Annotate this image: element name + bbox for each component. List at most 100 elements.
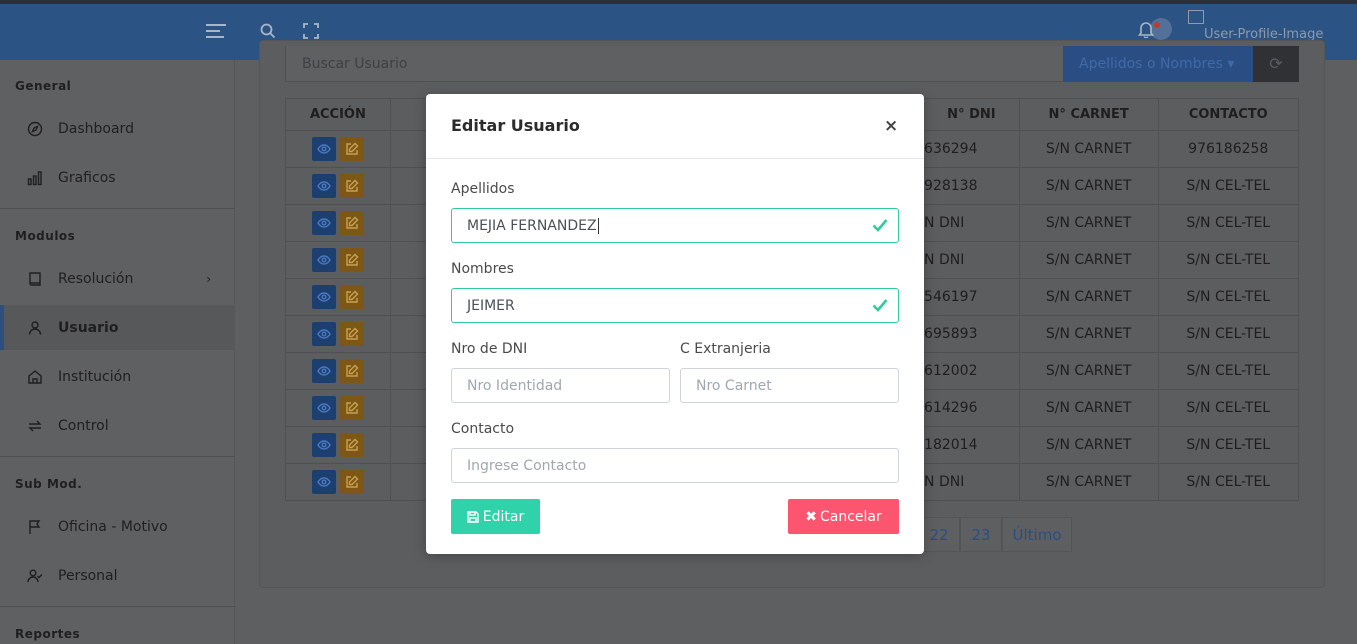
dni-cell: 695893 bbox=[923, 315, 1020, 353]
book-icon bbox=[26, 270, 44, 288]
menu-toggle-icon[interactable] bbox=[206, 24, 226, 40]
column-header-accion: ACCIÓN bbox=[285, 98, 391, 131]
search-user-input[interactable]: Buscar Usuario bbox=[285, 46, 1065, 82]
apellidos-label: Apellidos bbox=[451, 181, 515, 197]
last-page-link[interactable]: Último bbox=[1002, 517, 1072, 552]
sidebar-section-submod: Sub Mod. bbox=[15, 477, 83, 491]
edit-row-button[interactable] bbox=[339, 137, 364, 161]
carnet-cell: S/N CARNET bbox=[1018, 315, 1159, 353]
bar-chart-icon bbox=[26, 169, 44, 187]
dni-cell: 614296 bbox=[923, 389, 1020, 427]
user-check-icon bbox=[26, 567, 44, 585]
pagination: 22 23 Último bbox=[918, 517, 1072, 552]
repeat-icon bbox=[26, 417, 44, 435]
carnet-cell: S/N CARNET bbox=[1018, 204, 1159, 242]
carnet-cell: S/N CARNET bbox=[1018, 130, 1159, 168]
text-cursor bbox=[597, 217, 599, 234]
sidebar-item-usuario[interactable]: Usuario bbox=[0, 305, 235, 350]
edit-row-button[interactable] bbox=[339, 285, 364, 309]
dni-field[interactable]: Nro Identidad bbox=[451, 368, 670, 403]
contacto-cell: S/N CEL-TEL bbox=[1157, 204, 1300, 242]
contacto-cell: S/N CEL-TEL bbox=[1157, 278, 1300, 316]
edit-row-button[interactable] bbox=[339, 248, 364, 272]
carnet-cell: S/N CARNET bbox=[1018, 278, 1159, 316]
contacto-cell: S/N CEL-TEL bbox=[1157, 426, 1300, 464]
page-22-link[interactable]: 22 bbox=[918, 517, 960, 552]
action-cell bbox=[285, 426, 391, 464]
sidebar-section-general: General bbox=[15, 79, 72, 93]
broken-image-icon bbox=[1188, 10, 1204, 24]
contacto-cell: S/N CEL-TEL bbox=[1157, 463, 1300, 501]
contacto-cell: S/N CEL-TEL bbox=[1157, 315, 1300, 353]
compass-icon bbox=[26, 120, 44, 138]
cancel-button[interactable]: ✖ Cancelar bbox=[788, 499, 899, 534]
action-cell bbox=[285, 241, 391, 279]
checkmark-icon bbox=[872, 298, 888, 316]
apellidos-field[interactable]: MEJIA FERNANDEZ bbox=[451, 208, 899, 243]
action-cell bbox=[285, 315, 391, 353]
refresh-icon: ⟳ bbox=[1269, 54, 1283, 73]
extranjeria-field[interactable]: Nro Carnet bbox=[680, 368, 899, 403]
contacto-cell: 976186258 bbox=[1157, 130, 1300, 168]
sidebar-section-modulos: Modulos bbox=[15, 229, 76, 243]
refresh-button[interactable]: ⟳ bbox=[1253, 46, 1299, 82]
edit-row-button[interactable] bbox=[339, 433, 364, 457]
carnet-cell: S/N CARNET bbox=[1018, 426, 1159, 464]
edit-row-button[interactable] bbox=[339, 396, 364, 420]
contacto-cell: S/N CEL-TEL bbox=[1157, 352, 1300, 390]
close-icon[interactable]: × bbox=[884, 116, 898, 136]
sidebar-item-oficina-motivo[interactable]: Oficina - Motivo bbox=[0, 504, 235, 549]
edit-row-button[interactable] bbox=[339, 322, 364, 346]
contacto-field[interactable]: Ingrese Contacto bbox=[451, 448, 899, 483]
checkmark-icon bbox=[872, 218, 888, 236]
edit-row-button[interactable] bbox=[339, 359, 364, 383]
sidebar-item-control[interactable]: Control bbox=[0, 403, 235, 448]
sidebar-item-dashboard[interactable]: Dashboard bbox=[0, 106, 235, 151]
dni-cell: 636294 bbox=[923, 130, 1020, 168]
view-button[interactable] bbox=[311, 359, 336, 383]
sidebar-divider bbox=[0, 606, 235, 607]
contacto-cell: S/N CEL-TEL bbox=[1157, 167, 1300, 205]
view-button[interactable] bbox=[311, 174, 336, 198]
nombres-field[interactable]: JEIMER bbox=[451, 288, 899, 323]
edit-row-button[interactable] bbox=[339, 211, 364, 235]
action-cell bbox=[285, 204, 391, 242]
sidebar-item-institucion[interactable]: Institución bbox=[0, 354, 235, 399]
column-header-carnet: N° CARNET bbox=[1018, 98, 1159, 131]
view-button[interactable] bbox=[311, 433, 336, 457]
edit-button[interactable]: Editar bbox=[451, 499, 540, 534]
sidebar-item-personal[interactable]: Personal bbox=[0, 553, 235, 598]
dni-cell: 546197 bbox=[923, 278, 1020, 316]
dni-label: Nro de DNI bbox=[451, 341, 528, 357]
action-cell bbox=[285, 352, 391, 390]
column-header-dni: N° DNI bbox=[923, 98, 1020, 131]
view-button[interactable] bbox=[311, 396, 336, 420]
contacto-label: Contacto bbox=[451, 421, 515, 437]
view-button[interactable] bbox=[311, 248, 336, 272]
action-cell bbox=[285, 167, 391, 205]
edit-user-modal: Editar Usuario × Apellidos MEJIA FERNAND… bbox=[426, 94, 924, 554]
flag-icon bbox=[26, 518, 44, 536]
search-filter-dropdown[interactable]: Apellidos o Nombres ▾ bbox=[1063, 46, 1254, 82]
modal-title: Editar Usuario bbox=[451, 116, 580, 135]
edit-row-button[interactable] bbox=[339, 174, 364, 198]
chevron-right-icon: › bbox=[206, 271, 211, 286]
view-button[interactable] bbox=[311, 285, 336, 309]
view-button[interactable] bbox=[311, 470, 336, 494]
sidebar-divider bbox=[0, 208, 235, 209]
close-x-icon: ✖ bbox=[805, 508, 817, 525]
action-cell bbox=[285, 463, 391, 501]
page-23-link[interactable]: 23 bbox=[960, 517, 1002, 552]
view-button[interactable] bbox=[311, 322, 336, 346]
nombres-label: Nombres bbox=[451, 261, 514, 277]
user-profile-image[interactable]: User-Profile-Image bbox=[1188, 10, 1323, 42]
view-button[interactable] bbox=[311, 137, 336, 161]
view-button[interactable] bbox=[311, 211, 336, 235]
edit-row-button[interactable] bbox=[339, 470, 364, 494]
sidebar-item-resolucion[interactable]: Resolución › bbox=[0, 256, 235, 301]
sidebar-item-graficos[interactable]: Graficos bbox=[0, 155, 235, 200]
sidebar: General Dashboard Graficos Modulos Resol… bbox=[0, 60, 235, 644]
action-cell bbox=[285, 278, 391, 316]
sidebar-section-reportes: Reportes bbox=[15, 627, 81, 641]
dni-cell: N DNI bbox=[923, 463, 1020, 501]
